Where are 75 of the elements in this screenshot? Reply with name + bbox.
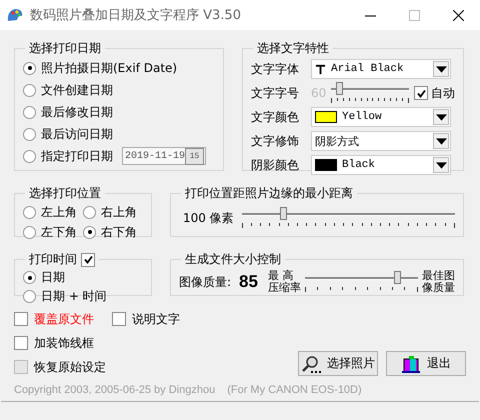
calendar-button[interactable]: 15 xyxy=(185,148,204,164)
maximize-icon[interactable] xyxy=(408,10,420,20)
radio-label: 日期 + 时间 xyxy=(41,288,107,305)
radio-button[interactable] xyxy=(83,226,96,238)
radio-button[interactable] xyxy=(23,84,36,96)
distance-value: 100 像素 xyxy=(183,210,234,226)
field-label: 文字字体 xyxy=(251,60,300,78)
checkbox-label: 自动 xyxy=(431,84,455,102)
close-icon[interactable] xyxy=(452,10,464,20)
checkbox-label: 恢复原始设定 xyxy=(34,358,106,376)
dropdown-arrow-icon xyxy=(436,160,446,170)
dropdown-arrow-icon xyxy=(436,112,446,122)
radio-button[interactable] xyxy=(23,128,36,140)
radio-label: 照片拍摄日期(Exif Date) xyxy=(41,60,178,76)
field-label: 文字颜色 xyxy=(251,108,300,126)
radio-button[interactable] xyxy=(23,106,36,118)
field-label: 文字修饰 xyxy=(251,132,300,150)
radio-label: 右上角 xyxy=(101,204,137,220)
slider-thumb[interactable] xyxy=(394,271,401,284)
radio-label: 最后访问日期 xyxy=(41,126,113,142)
button[interactable]: 选择照片 xyxy=(298,351,378,376)
group-title: 选择文字特性 xyxy=(256,40,330,57)
copyright-text: Copyright 2003, 2005-06-25 by Dingzhou xyxy=(14,384,216,396)
radio-label: 日期 xyxy=(41,269,65,286)
group-title: 选择打印日期 xyxy=(28,40,102,57)
dropdown[interactable]: Black xyxy=(311,155,451,175)
group-title: 选择打印位置 xyxy=(28,185,102,202)
window-title: 数码照片叠加日期及文字程序 V3.50 xyxy=(30,7,242,24)
font-icon xyxy=(315,64,326,74)
slider-end-label: 最佳图 xyxy=(422,270,455,282)
quality-label: 图像质量: xyxy=(179,274,232,290)
radio-button[interactable] xyxy=(23,150,36,162)
radio-label: 指定打印日期 xyxy=(41,148,113,164)
button[interactable]: 退出 xyxy=(386,351,466,376)
checkbox[interactable] xyxy=(14,336,28,350)
checkbox-label: 覆盖原文件 xyxy=(34,310,94,328)
date-field[interactable]: 2019-11-19 15 xyxy=(122,147,206,165)
group-title: 打印位置距照片边缘的最小距离 xyxy=(184,185,354,202)
dropdown[interactable]: 阴影方式 xyxy=(311,131,451,151)
field-label: 阴影颜色 xyxy=(251,156,300,174)
radio-label: 最后修改日期 xyxy=(41,104,113,120)
checkbox-label: 加装饰线框 xyxy=(34,334,94,352)
group-title: 生成文件大小控制 xyxy=(184,251,282,268)
radio-button[interactable] xyxy=(83,206,96,218)
magnifier-icon xyxy=(301,354,321,372)
slider-end-label: 压缩率 xyxy=(268,282,301,294)
radio-button[interactable] xyxy=(23,62,36,74)
field-label: 文字字号 xyxy=(251,84,300,102)
dropdown-arrow-icon xyxy=(436,64,446,74)
footer-note: (For My CANON EOS-10D) xyxy=(227,384,362,396)
dropdown-arrow-icon xyxy=(436,136,446,146)
slider-end-label: 最 高 xyxy=(268,270,294,282)
radio-button[interactable] xyxy=(23,206,36,218)
door-icon xyxy=(401,354,421,372)
checkbox[interactable] xyxy=(81,252,95,266)
slider-end-label: 像质量 xyxy=(422,282,455,294)
checkbox[interactable] xyxy=(112,312,126,326)
radio-button[interactable] xyxy=(23,226,36,238)
radio-label: 左下角 xyxy=(41,224,77,240)
check-icon xyxy=(84,255,92,264)
group-title: 打印时间 xyxy=(29,251,77,268)
app-icon xyxy=(6,7,24,23)
quality-value: 85 xyxy=(239,272,258,292)
checkbox[interactable] xyxy=(14,312,28,326)
dropdown[interactable]: Arial Black xyxy=(311,59,451,79)
check-icon xyxy=(416,88,426,98)
radio-label: 文件创建日期 xyxy=(41,82,113,98)
radio-button[interactable] xyxy=(23,271,36,284)
radio-button[interactable] xyxy=(23,290,36,303)
checkbox[interactable] xyxy=(14,360,28,374)
slider-thumb[interactable] xyxy=(280,207,288,220)
radio-label: 左上角 xyxy=(41,204,77,220)
radio-label: 右下角 xyxy=(101,224,137,240)
dropdown[interactable]: Yellow xyxy=(311,107,451,127)
checkbox-label: 说明文字 xyxy=(132,310,180,328)
